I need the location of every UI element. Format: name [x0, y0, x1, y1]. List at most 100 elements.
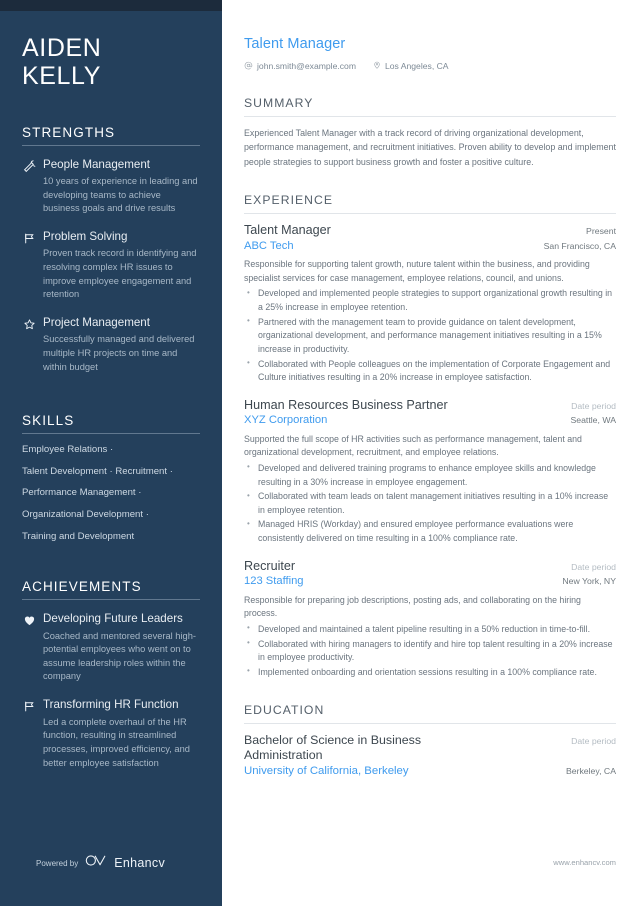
education-heading: EDUCATION	[244, 703, 325, 718]
achievement-description: Coached and mentored several high-potent…	[43, 630, 196, 682]
strength-title: Problem Solving	[43, 229, 128, 243]
experience-bullet: Developed and implemented people strateg…	[244, 287, 616, 314]
experience-organization[interactable]: ABC Tech	[244, 239, 294, 254]
experience-organization[interactable]: XYZ Corporation	[244, 413, 327, 428]
heart-icon	[22, 613, 36, 628]
achievement-title: Developing Future Leaders	[43, 612, 183, 626]
experience-bullet: Developed and delivered training program…	[244, 461, 616, 489]
strengths-heading: STRENGTHS	[22, 124, 116, 140]
summary-heading: SUMMARY	[244, 96, 314, 110]
experience-bullets: Developed and implemented people strateg…	[244, 287, 616, 384]
experience-organization[interactable]: 123 Staffing	[244, 574, 304, 589]
experience-description: Responsible for preparing job descriptio…	[244, 594, 581, 619]
experience-heading: EXPERIENCE	[244, 193, 334, 208]
skills-heading: SKILLS	[22, 413, 75, 429]
experience-location: San Francisco, CA	[543, 240, 616, 251]
experience-bullet: Partnered with the management team to pr…	[244, 315, 616, 357]
strength-item: Project Management Successfully managed …	[22, 315, 200, 374]
experience-date: Date period	[571, 400, 616, 411]
strengths-section: STRENGTHS People Management 10 years of …	[22, 125, 200, 388]
experience-org-row: XYZ Corporation Seattle, WA	[244, 413, 616, 428]
experience-bullet: Managed HRIS (Workday) and ensured emplo…	[244, 518, 616, 545]
strengths-divider	[22, 144, 200, 146]
flag-icon	[22, 231, 36, 246]
skills-line: Talent Development · Recruitment ·	[22, 465, 173, 477]
candidate-name: AIDEN KELLY	[22, 34, 200, 91]
experience-description: Responsible for supporting talent growth…	[244, 259, 590, 283]
experience-org-row: 123 Staffing New York, NY	[244, 574, 616, 589]
education-entry: Bachelor of Science in Business Administ…	[244, 733, 616, 777]
email-text: john.smith@example.com	[257, 61, 356, 71]
summary-text: Experienced Talent Manager with a track …	[244, 128, 616, 167]
experience-title: Talent Manager	[244, 223, 331, 238]
summary-section: SUMMARY Experienced Talent Manager with …	[244, 96, 616, 169]
email-contact[interactable]: john.smith@example.com	[244, 61, 356, 72]
experience-location: Seattle, WA	[570, 415, 616, 426]
experience-bullet: Developed and maintained a talent pipeli…	[244, 622, 616, 637]
location-pin-icon	[373, 60, 381, 72]
experience-bullet: Collaborated with People colleagues on t…	[244, 357, 616, 385]
experience-entry: Human Resources Business Partner Date pe…	[244, 398, 616, 546]
skills-section: SKILLS Employee Relations · Talent Devel…	[22, 413, 200, 553]
experience-title-row: Recruiter Date period	[244, 559, 616, 574]
experience-section: EXPERIENCE Talent Manager Present ABC Te…	[244, 193, 616, 679]
skills-line: Organizational Development ·	[22, 508, 149, 520]
skills-divider	[22, 433, 200, 435]
at-icon	[244, 61, 253, 72]
experience-title: Recruiter	[244, 558, 296, 573]
achievements-section: ACHIEVEMENTS Developing Future Leaders C…	[22, 579, 200, 783]
strength-item: Problem Solving Proven track record in i…	[22, 229, 200, 302]
education-school[interactable]: University of California, Berkeley	[244, 765, 409, 777]
strength-description: 10 years of experience in leading and de…	[43, 175, 198, 214]
main-content: Talent Manager john.smith@example.com Lo…	[222, 0, 640, 906]
experience-entry: Recruiter Date period 123 Staffing New Y…	[244, 559, 616, 680]
experience-description: Supported the full scope of HR activitie…	[244, 433, 582, 458]
name-first-line: AIDEN	[22, 34, 102, 62]
strength-title: People Management	[43, 157, 150, 171]
education-date: Date period	[571, 736, 616, 747]
enhancv-logo-icon	[85, 854, 107, 872]
experience-divider	[244, 213, 616, 215]
star-icon	[22, 317, 36, 332]
skills-line: Training and Development	[22, 530, 135, 542]
education-degree-row: Bachelor of Science in Business Administ…	[244, 733, 616, 763]
experience-location: New York, NY	[562, 576, 616, 587]
education-divider	[244, 723, 616, 725]
education-location: Berkeley, CA	[565, 766, 616, 777]
location-text: Los Angeles, CA	[385, 61, 449, 71]
flag-icon	[22, 699, 36, 714]
education-degree: Bachelor of Science in Business Administ…	[244, 733, 422, 763]
strength-description: Successfully managed and delivered multi…	[43, 334, 195, 372]
experience-bullet: Collaborated with hiring managers to ide…	[244, 637, 616, 665]
achievements-heading: ACHIEVEMENTS	[22, 579, 142, 595]
magic-wand-icon	[22, 159, 36, 174]
experience-title-row: Human Resources Business Partner Date pe…	[244, 398, 616, 413]
powered-by-footer: Powered by Enhancv	[22, 854, 200, 906]
experience-bullets: Developed and delivered training program…	[244, 461, 616, 546]
experience-org-row: ABC Tech San Francisco, CA	[244, 239, 616, 254]
strength-description: Proven track record in identifying and r…	[43, 248, 197, 300]
sidebar-top-accent-bar	[0, 0, 222, 11]
brand-name: Enhancv	[114, 856, 165, 870]
name-last-line: KELLY	[22, 62, 101, 91]
experience-title-row: Talent Manager Present	[244, 223, 616, 238]
experience-title: Human Resources Business Partner	[244, 397, 448, 412]
contact-row: john.smith@example.com Los Angeles, CA	[244, 60, 616, 72]
achievement-item: Developing Future Leaders Coached and me…	[22, 611, 200, 684]
sidebar: AIDEN KELLY STRENGTHS People Management …	[0, 0, 222, 906]
location-contact: Los Angeles, CA	[373, 60, 449, 72]
strength-title: Project Management	[43, 315, 150, 329]
powered-by-label: Powered by	[36, 858, 79, 868]
experience-bullet: Implemented onboarding and orientation s…	[244, 665, 616, 680]
education-school-row: University of California, Berkeley Berke…	[244, 763, 616, 777]
experience-bullet: Collaborated with team leads on talent m…	[244, 490, 616, 517]
experience-bullets: Developed and maintained a talent pipeli…	[244, 622, 616, 680]
website-footer[interactable]: www.enhancv.com	[553, 858, 616, 867]
summary-divider	[244, 116, 616, 117]
achievement-title: Transforming HR Function	[43, 698, 179, 712]
headline-title: Talent Manager	[244, 36, 346, 52]
experience-date: Date period	[571, 561, 616, 572]
achievement-description: Led a complete overhaul of the HR functi…	[43, 716, 190, 768]
experience-entry: Talent Manager Present ABC Tech San Fran…	[244, 223, 616, 385]
